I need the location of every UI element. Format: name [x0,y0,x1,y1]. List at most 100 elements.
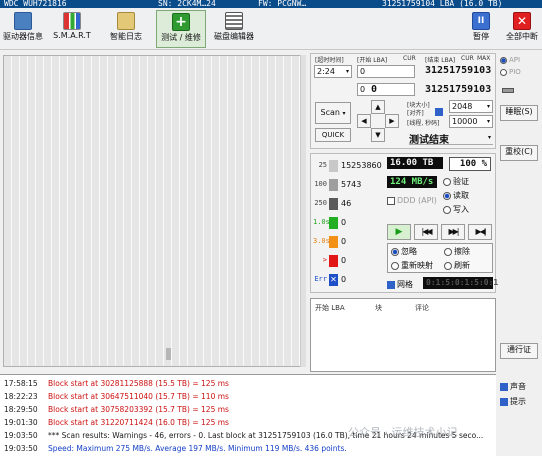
repair-erase-radio[interactable]: 擦除 [444,246,470,257]
disk-editor-button[interactable]: 磁盘编辑器 [212,10,256,48]
passport-button[interactable]: 通行证 [500,343,538,359]
scan-button[interactable]: Scan ▾ [315,102,351,124]
play-icon[interactable]: ▶ [387,224,411,240]
scan-controls-panel: [超时时间] 2:24 ▾ [开始 LBA] CUR 0 0 [结束 LBA] C… [310,53,496,149]
repair-ignore-radio[interactable]: 忽略 [391,246,417,257]
timeout-field[interactable]: 2:24 ▾ [314,65,352,78]
mode-read-radio[interactable]: 读取 [443,190,469,201]
legend-count: 0 [341,237,347,246]
drive-firmware: FW: PCGNW… [258,0,307,8]
test-repair-button[interactable]: + 测试 / 维修 [156,10,206,48]
pause-button[interactable]: II 暂停 [466,10,496,48]
log-time: 19:03:50 [4,431,38,440]
recalibrate-button[interactable]: 重校(C) [500,145,538,161]
legend-swatch [329,217,338,229]
log-icon [117,12,135,30]
repair-options: 忽略 擦除 重新映射 刷新 [387,243,493,273]
col-note: 评论 [415,304,429,312]
legend-label: 250 [314,199,327,207]
sleep-button[interactable]: 睡眠(S) [500,105,538,121]
pause-icon: II [472,12,490,30]
log-message: Speed: Maximum 275 MB/s. Average 197 MB/… [48,444,347,453]
bad-block-table: 开始 LBA 块 评论 [310,298,496,372]
end-lba-label: [结束 LBA] [425,57,456,64]
sound-checkbox[interactable]: 声音 [500,381,526,392]
stop-icon: ✕ [513,12,531,30]
log-time: 18:29:50 [4,405,38,414]
step-back-icon[interactable]: |◀◀ [414,224,438,240]
legend-label: > [322,256,327,264]
legend-count: 5743 [341,180,362,189]
grid-checkbox[interactable]: 网格 [387,279,413,290]
navigation-pad: ▲ ◀ ▶ ▼ [357,100,399,142]
grid-readout: 0:1:5:0:1:5:0:1 [423,277,498,289]
log-message: Block start at 30647511040 (15.7 TB) = 1… [48,392,229,401]
quick-button[interactable]: QUICK [315,128,351,142]
end-lba-readout: 31251759103 [425,84,492,95]
arrow-left-icon[interactable]: ◀ [357,114,371,128]
capacity-readout: 16.00 TB [387,157,443,169]
status-dropdown[interactable]: 测试结束 ▾ [409,131,493,146]
hints-checkbox[interactable]: 提示 [500,396,526,407]
legend-count: 15253860 [341,161,382,170]
start-lba-label: [开始 LBA] [357,57,388,64]
watermark-text: 公众号 · 运维技术小记 [348,426,458,439]
test-repair-icon: + [172,13,190,31]
api-radio[interactable]: API [500,56,520,64]
repair-refresh-radio[interactable]: 刷新 [444,260,470,271]
legend-row: 100 5743 [313,179,383,193]
log-time: 17:58:15 [4,379,38,388]
skip-end-icon[interactable]: ▶◀| [468,224,492,240]
smart-button[interactable]: S.M.A.R.T [50,10,94,48]
stop-all-button[interactable]: ✕ 全部中断 [504,10,540,48]
pio-radio[interactable]: PIO [500,68,521,76]
drive-model: WDC WUH721816 [4,0,67,8]
drive-status-indicator [502,88,514,93]
ddd-api-checkbox[interactable]: DDD (API) [387,196,437,205]
timeout-label: [超时时间] [315,57,344,64]
log-time: 18:22:23 [4,392,38,401]
mode-write-radio[interactable]: 写入 [443,204,469,215]
col-start-lba: 开始 LBA [315,304,345,312]
legend-swatch: ✕ [329,274,338,286]
start-lba-field[interactable]: 0 [357,65,415,78]
log-time: 19:03:50 [4,444,38,453]
legend-swatch [329,179,338,191]
log-message: Block start at 31220711424 (16.0 TB) = 1… [48,418,229,427]
block-size-select[interactable]: 2048 ▾ [449,100,493,113]
scan-position-marker [166,348,171,360]
log-message: Block start at 30758203392 (15.7 TB) = 1… [48,405,229,414]
arrow-up-icon[interactable]: ▲ [371,100,385,114]
repair-remap-radio[interactable]: 重新映射 [391,260,433,271]
main-toolbar: 驱动器信息 S.M.A.R.T 智能日志 + 测试 / 维修 磁盘编辑器 II … [0,8,542,50]
drive-info-icon [14,12,32,30]
legend-label: 1.0s [313,218,330,226]
cur-label: CUR [403,55,416,62]
start-lba-zero-field[interactable]: 0 [357,83,415,96]
col-block: 块 [375,304,382,312]
arrow-right-icon[interactable]: ▶ [385,114,399,128]
align-checkbox[interactable] [435,108,443,116]
sector-map-grid [3,55,305,367]
legend-label: Err [314,275,327,283]
arrow-down-icon[interactable]: ▼ [371,128,385,142]
start-lba-readout: 0 [371,84,378,95]
end-lba-value[interactable]: 31251759103 [425,65,491,76]
log-entry: 18:29:50 Block start at 30758203392 (15.7… [4,405,229,416]
legend-count: 0 [341,218,347,227]
log-entry: 17:58:15 Block start at 30281125888 (15.5… [4,379,229,390]
cur-label-2: CUR [461,55,474,62]
log-entry: 18:22:23 Block start at 30647511040 (15.7… [4,392,229,403]
legend-swatch [329,236,338,248]
step-forward-icon[interactable]: ▶▶| [441,224,465,240]
smart-log-button[interactable]: 智能日志 [104,10,148,48]
legend-label: 3.0s [313,237,330,245]
legend-row: 250 46 [313,198,383,212]
align-label: [对齐] [407,110,424,117]
threads-select[interactable]: 10000 ▾ [449,115,493,128]
scan-stats-panel: 25 15253860 100 5743 250 46 1.0s 0 3.0s 0 >0 Err ✕ 0 … [310,153,498,293]
drive-info-button[interactable]: 驱动器信息 [0,10,46,48]
mode-verify-radio[interactable]: 验证 [443,176,469,187]
smart-icon [63,12,81,30]
sector-map-scrollbar[interactable] [300,55,306,367]
